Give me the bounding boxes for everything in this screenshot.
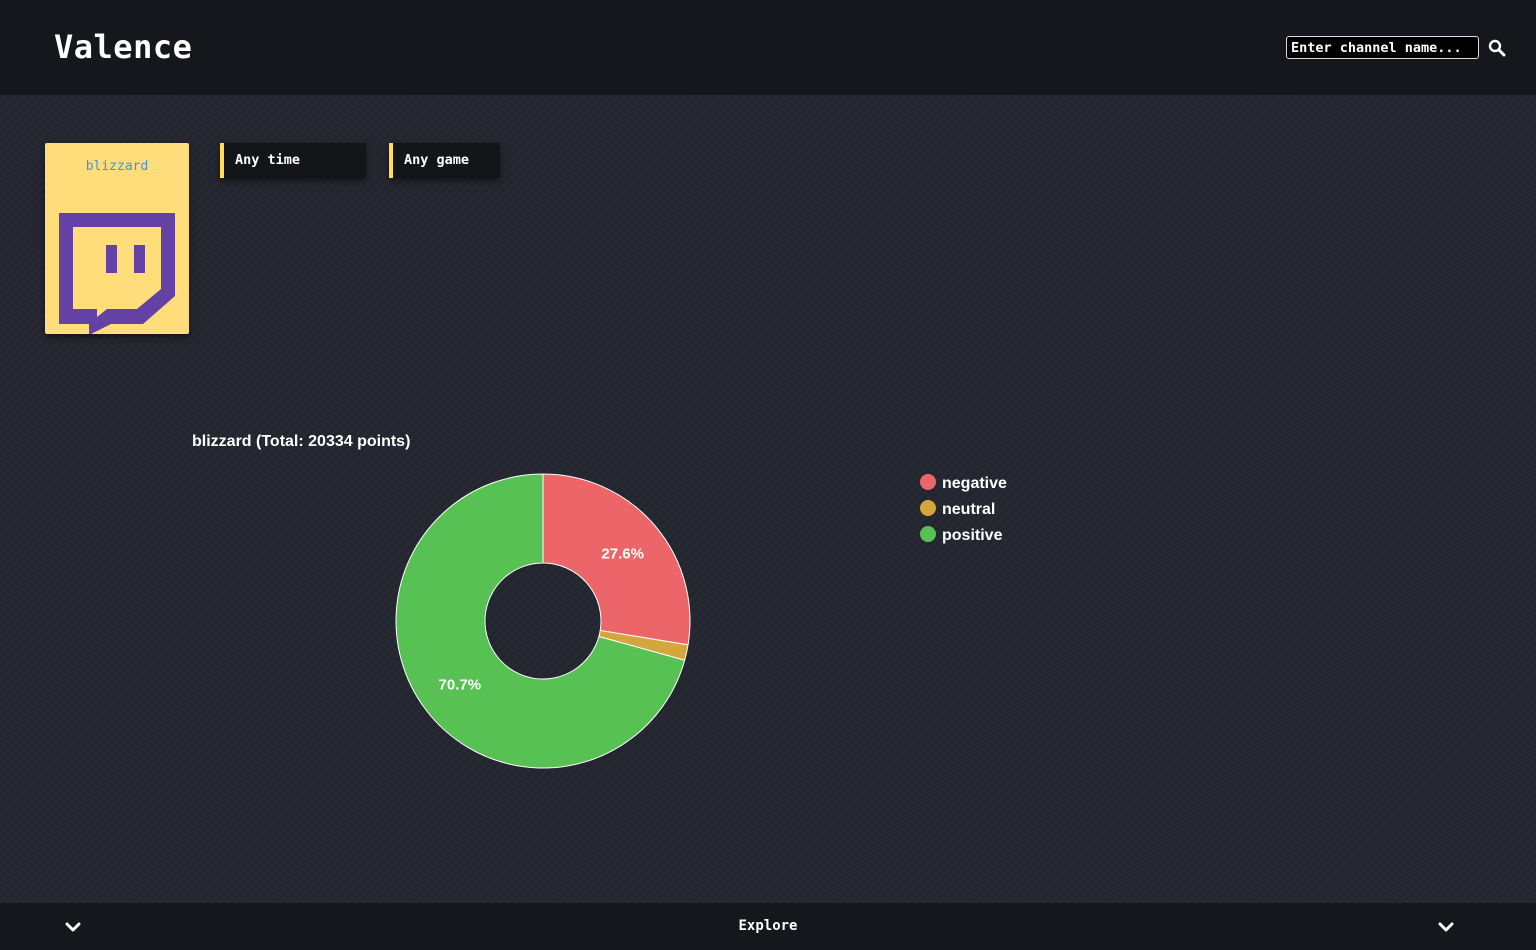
footer-bar: Explore [0,903,1536,950]
legend-swatch [920,474,936,490]
legend-item-negative[interactable]: negative [920,474,1007,492]
sentiment-chart: blizzard (Total: 20334 points) 27.6% 70.7… [192,433,1007,769]
legend-swatch [920,500,936,516]
explore-button[interactable]: Explore [0,903,1536,950]
chevron-down-icon[interactable] [1438,921,1454,933]
legend-label: neutral [942,501,995,518]
slice-label-negative: 27.6% [601,545,644,562]
slice-label-positive: 70.7% [439,676,482,693]
legend-swatch [920,526,936,542]
legend-label: positive [942,527,1003,544]
legend-item-positive[interactable]: positive [920,526,1003,544]
chart-title: blizzard (Total: 20334 points) [192,433,410,450]
legend-label: negative [942,475,1007,492]
legend-item-neutral[interactable]: neutral [920,500,995,518]
